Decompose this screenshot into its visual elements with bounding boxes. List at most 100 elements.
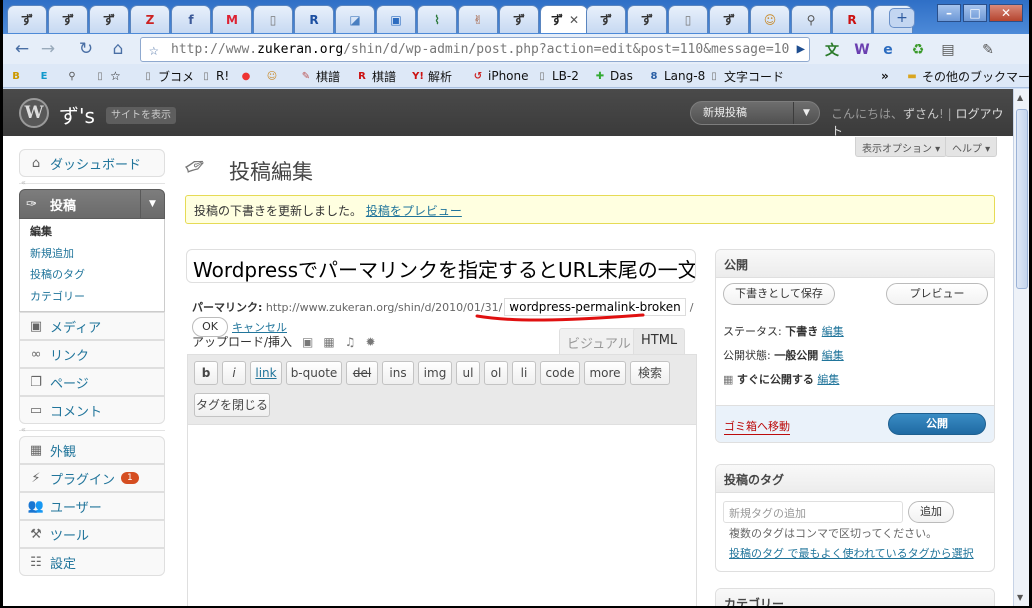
menu-appearance[interactable]: ▦ 外観 [19, 436, 165, 464]
bookmark-item[interactable]: 8 Lang-8 [647, 67, 706, 85]
bookmark-item[interactable]: ✎ 棋譜 [299, 67, 340, 85]
quicktag-ol-button[interactable]: ol [484, 361, 508, 385]
bookmark-item[interactable]: ↺ iPhone [471, 67, 529, 85]
bookmark-item[interactable]: ▯ 文字コード [707, 67, 784, 85]
tab-active[interactable]: ず ✕ [540, 5, 588, 33]
post-title-input[interactable]: Wordpressでパーマリンクを指定するとURL末尾の一文字が [186, 249, 696, 283]
go-icon[interactable]: ▶ [797, 41, 805, 57]
close-tab-icon[interactable]: ✕ [569, 13, 579, 27]
tab[interactable]: ✌ [458, 5, 498, 33]
help-button[interactable]: ヘルプ ▾ [945, 137, 998, 157]
screen-options-button[interactable]: 表示オプション ▾ [855, 137, 948, 157]
collapse-arrow-icon[interactable]: « [21, 425, 26, 434]
post-content-textarea[interactable] [187, 424, 697, 606]
view-site-button[interactable]: サイトを表示 [106, 107, 176, 124]
submenu-post-tags[interactable]: 投稿のタグ [20, 264, 164, 286]
menu-tools[interactable]: ⚒ ツール [19, 520, 165, 548]
menu-settings[interactable]: ☷ 設定 [19, 548, 165, 576]
bookmark-item[interactable]: ⚲ [65, 67, 79, 85]
tab[interactable]: ▯ [253, 5, 293, 33]
extension-ie-icon[interactable]: e [877, 40, 899, 60]
bookmark-item[interactable]: ▯ LB-2 [535, 67, 579, 85]
tab[interactable]: R [294, 5, 334, 33]
bookmark-item[interactable]: ▯ R! [199, 67, 229, 85]
tab[interactable]: f [171, 5, 211, 33]
scrollbar-thumb[interactable] [1016, 109, 1028, 289]
new-tab-button[interactable]: + [889, 8, 915, 28]
menu-links[interactable]: ∞ リンク [19, 340, 165, 368]
bookmark-item[interactable]: ▯ ブコメ [141, 67, 194, 85]
reload-icon[interactable]: ↻ [73, 36, 99, 62]
minimize-button[interactable]: – [937, 4, 961, 22]
add-audio-icon[interactable]: ♫ [345, 335, 356, 349]
edit-schedule-link[interactable]: 編集 [817, 373, 839, 386]
bookmark-item[interactable]: ● [239, 67, 253, 85]
quicktag-bquote-button[interactable]: b-quote [286, 361, 342, 385]
menu-posts[interactable]: ✑ 投稿 ▼ [19, 189, 165, 219]
tab[interactable]: ず [499, 5, 539, 33]
tab[interactable]: ☺ [750, 5, 790, 33]
close-tags-button[interactable]: タグを閉じる [194, 393, 270, 417]
tab[interactable]: ず [89, 5, 129, 33]
edit-status-link[interactable]: 編集 [822, 325, 844, 338]
extension-w-icon[interactable]: W [851, 40, 873, 60]
tag-cloud-link[interactable]: 投稿のタグ で最もよく使われているタグから選択 [729, 545, 974, 561]
quicktag-link-button[interactable]: link [250, 361, 282, 385]
favorite-actions[interactable]: 新規投稿 ▼ [690, 101, 820, 125]
quicktag-lookup-button[interactable]: 検索 [630, 361, 670, 385]
add-media-icon[interactable]: ✹ [366, 335, 376, 349]
quicktag-li-button[interactable]: li [512, 361, 536, 385]
tab[interactable]: ず [7, 5, 47, 33]
quicktag-ins-button[interactable]: ins [382, 361, 414, 385]
submenu-add-new[interactable]: 新規追加 [20, 243, 164, 265]
menu-comments[interactable]: ▭ コメント [19, 396, 165, 424]
add-image-icon[interactable]: ▣ [302, 335, 313, 349]
bookmark-item[interactable]: ▯ ☆ [93, 67, 121, 85]
submenu-categories[interactable]: カテゴリー [20, 286, 164, 308]
quicktag-img-button[interactable]: img [418, 361, 452, 385]
menu-users[interactable]: 👥 ユーザー [19, 492, 165, 520]
back-icon[interactable]: ← [9, 36, 35, 62]
bookmark-item[interactable]: ✚ Das [593, 67, 633, 85]
menu-dashboard[interactable]: ⌂ ダッシュボード [19, 149, 165, 177]
bookmark-item[interactable]: E [37, 67, 51, 85]
tab[interactable]: M [212, 5, 252, 33]
quicktag-i-button[interactable]: i [222, 361, 246, 385]
wrench-menu-icon[interactable]: ✎ [977, 40, 999, 60]
tab[interactable]: ず [48, 5, 88, 33]
tab[interactable]: ▣ [376, 5, 416, 33]
tab[interactable]: ◪ [335, 5, 375, 33]
scroll-down-icon[interactable]: ▼ [1017, 593, 1023, 602]
tab[interactable]: R [832, 5, 872, 33]
add-tag-button[interactable]: 追加 [908, 501, 954, 523]
menu-pages[interactable]: ❐ ページ [19, 368, 165, 396]
preview-post-link[interactable]: 投稿をプレビュー [366, 204, 462, 218]
tab-html[interactable]: HTML [633, 328, 686, 354]
quicktag-del-button[interactable]: del [346, 361, 378, 385]
chevron-down-icon[interactable]: ▼ [793, 102, 819, 124]
tab[interactable]: ⌇ [417, 5, 457, 33]
quicktag-ul-button[interactable]: ul [456, 361, 480, 385]
tab[interactable]: ▯ [668, 5, 708, 33]
extension-drop-icon[interactable]: ♻ [907, 40, 929, 60]
bookmark-item[interactable]: R 棋譜 [355, 67, 396, 85]
address-bar[interactable]: ☆ http://www. zukeran.org/shin/d/wp-admin… [140, 37, 810, 62]
bookmark-item[interactable]: ☺ [265, 67, 279, 85]
maximize-button[interactable]: □ [963, 4, 987, 22]
tab[interactable]: ⚲ [791, 5, 831, 33]
bookmark-item[interactable]: Y! 解析 [411, 67, 452, 85]
quicktag-more-button[interactable]: more [584, 361, 626, 385]
tab[interactable]: Z [130, 5, 170, 33]
tab[interactable]: ず [627, 5, 667, 33]
submenu-edit[interactable]: 編集 [20, 221, 164, 243]
chevron-down-icon[interactable]: ▼ [140, 190, 164, 218]
save-draft-button[interactable]: 下書きとして保存 [723, 283, 835, 305]
scroll-up-icon[interactable]: ▲ [1017, 93, 1023, 102]
site-name[interactable]: ず's [59, 100, 95, 129]
tab[interactable]: ず [709, 5, 749, 33]
bookmark-item[interactable]: B [9, 67, 23, 85]
bookmarks-overflow-icon[interactable]: » [881, 67, 889, 85]
bookmark-star-icon[interactable]: ☆ [149, 40, 159, 59]
move-to-trash-link[interactable]: ゴミ箱へ移動 [724, 418, 790, 435]
add-video-icon[interactable]: ▦ [323, 335, 334, 349]
